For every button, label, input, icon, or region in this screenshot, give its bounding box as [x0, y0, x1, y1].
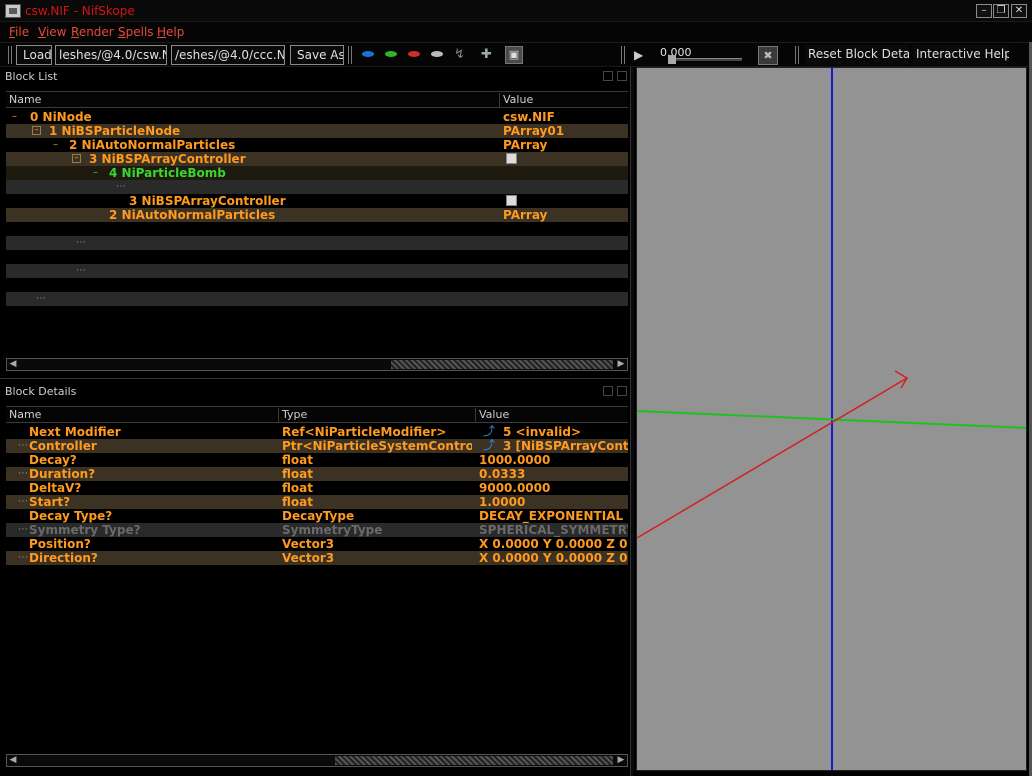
- reset-block-details-button[interactable]: Reset Block Details: [805, 45, 909, 65]
- scroll-right-icon[interactable]: ▶: [615, 359, 627, 370]
- detail-row[interactable]: Decay? float 1000.0000: [6, 453, 628, 467]
- toolbar: Load leshes/@4.0/csw.NIF /eshes/@4.0/ccc…: [0, 42, 1032, 67]
- panel-float-icon[interactable]: [603, 71, 613, 81]
- restore-button[interactable]: ❐: [993, 4, 1009, 18]
- close-button[interactable]: ✕: [1011, 4, 1027, 18]
- column-type[interactable]: Type: [279, 408, 476, 423]
- block-list-title: Block List: [5, 70, 58, 83]
- detail-row[interactable]: ⋯ Symmetry Type? SymmetryType SPHERICAL_…: [6, 523, 628, 537]
- toolbar-grip[interactable]: [8, 46, 12, 64]
- minimize-button[interactable]: –: [976, 4, 992, 18]
- tree-row[interactable]: ⋯: [6, 264, 628, 278]
- tree-row[interactable]: ⋯: [6, 180, 628, 194]
- link-icon[interactable]: ⤴: [483, 439, 495, 452]
- tree-row[interactable]: – 0 NiNode csw.NIF: [6, 110, 628, 124]
- panel-close-icon[interactable]: [617, 71, 627, 81]
- menu-view[interactable]: View: [38, 25, 66, 39]
- tree-row[interactable]: – 3 NiBSPArrayController: [6, 152, 628, 166]
- flag-icon: [506, 153, 517, 164]
- render-viewport[interactable]: [636, 67, 1027, 771]
- tree-row[interactable]: 3 NiBSPArrayController: [6, 194, 628, 208]
- grid-icon[interactable]: ▣: [505, 46, 523, 64]
- detail-row[interactable]: ⋯ Controller Ptr<NiParticleSystemControl…: [6, 439, 628, 453]
- detail-row[interactable]: Decay Type? DecayType DECAY_EXPONENTIAL: [6, 509, 628, 523]
- detail-row[interactable]: DeltaV? float 9000.0000: [6, 481, 628, 495]
- block-list-header: Name Value: [6, 91, 628, 108]
- tree-row-selected[interactable]: – 4 NiParticleBomb: [6, 166, 628, 180]
- column-value[interactable]: Value: [500, 93, 628, 108]
- detail-row[interactable]: ⋯ Start? float 1.0000: [6, 495, 628, 509]
- toolbar-grip[interactable]: [621, 46, 625, 64]
- scroll-left-icon[interactable]: ◀: [7, 755, 19, 766]
- toolbar-grip[interactable]: [348, 46, 352, 64]
- menu-bar: File View Render Spells Help: [0, 22, 1032, 42]
- tree-row[interactable]: [6, 250, 628, 264]
- load-path-field[interactable]: leshes/@4.0/csw.NIF: [55, 45, 167, 65]
- panel-close-icon[interactable]: [617, 386, 627, 396]
- tree-row[interactable]: ⋯: [6, 236, 628, 250]
- load-button[interactable]: Load: [16, 45, 52, 65]
- menu-help[interactable]: Help: [157, 25, 184, 39]
- detail-row[interactable]: Next Modifier Ref<NiParticleModifier> ⤴ …: [6, 425, 628, 439]
- column-name[interactable]: Name: [6, 408, 279, 423]
- axes-gizmo: [637, 68, 1026, 770]
- panel-float-icon[interactable]: [603, 386, 613, 396]
- save-as-button[interactable]: Save As: [290, 45, 344, 65]
- app-icon: [5, 4, 21, 18]
- vertical-splitter[interactable]: [630, 67, 634, 776]
- walk-icon[interactable]: ↯: [454, 47, 470, 63]
- scroll-left-icon[interactable]: ◀: [7, 359, 19, 370]
- column-name[interactable]: Name: [6, 93, 500, 108]
- block-list-hscroll[interactable]: ◀ ▶: [6, 358, 628, 371]
- tree-row[interactable]: ⋯: [6, 292, 628, 306]
- block-details-header: Name Type Value: [6, 406, 628, 423]
- menu-file[interactable]: File: [9, 25, 29, 39]
- menu-spells[interactable]: Spells: [118, 25, 154, 39]
- scroll-thumb[interactable]: [391, 360, 613, 369]
- eye-green-icon[interactable]: [385, 51, 397, 57]
- title-bar: csw.NIF - NifSkope – ❐ ✕: [0, 0, 1032, 22]
- scroll-thumb[interactable]: [335, 756, 613, 765]
- link-icon[interactable]: ⤴: [483, 425, 495, 438]
- detail-row[interactable]: Position? Vector3 X 0.0000 Y 0.0000 Z 0.…: [6, 537, 628, 551]
- eye-gray-icon[interactable]: [431, 51, 443, 57]
- column-value[interactable]: Value: [476, 408, 628, 423]
- x-axis-line: [637, 377, 908, 539]
- save-path-field[interactable]: /eshes/@4.0/ccc.NIF: [171, 45, 285, 65]
- animation-slider[interactable]: [668, 58, 742, 61]
- tree-row[interactable]: – 2 NiAutoNormalParticles PArray: [6, 138, 628, 152]
- menu-render[interactable]: Render: [71, 25, 114, 39]
- slider-handle[interactable]: [668, 55, 676, 64]
- play-icon[interactable]: ▶: [634, 47, 650, 63]
- splitter[interactable]: [0, 378, 632, 381]
- flag-icon: [506, 195, 517, 206]
- scroll-right-icon[interactable]: ▶: [615, 755, 627, 766]
- detail-row[interactable]: ⋯ Duration? float 0.0333: [6, 467, 628, 481]
- block-details-hscroll[interactable]: ◀ ▶: [6, 754, 628, 767]
- tree-row[interactable]: – 1 NiBSParticleNode PArray01: [6, 124, 628, 138]
- tree-row[interactable]: [6, 278, 628, 292]
- loop-icon[interactable]: ✖: [758, 46, 778, 65]
- detail-row[interactable]: ⋯ Direction? Vector3 X 0.0000 Y 0.0000 Z…: [6, 551, 628, 565]
- window-title: csw.NIF - NifSkope: [25, 4, 135, 18]
- interactive-help-button[interactable]: Interactive Help: [913, 45, 1009, 65]
- toolbar-grip[interactable]: [795, 46, 799, 64]
- eye-red-icon[interactable]: [408, 51, 420, 57]
- tree-row[interactable]: 2 NiAutoNormalParticles PArray: [6, 208, 628, 222]
- block-details-title: Block Details: [5, 385, 77, 398]
- axes-icon[interactable]: ✚: [481, 47, 497, 63]
- eye-blue-icon[interactable]: [362, 51, 374, 57]
- tree-row[interactable]: [6, 222, 628, 236]
